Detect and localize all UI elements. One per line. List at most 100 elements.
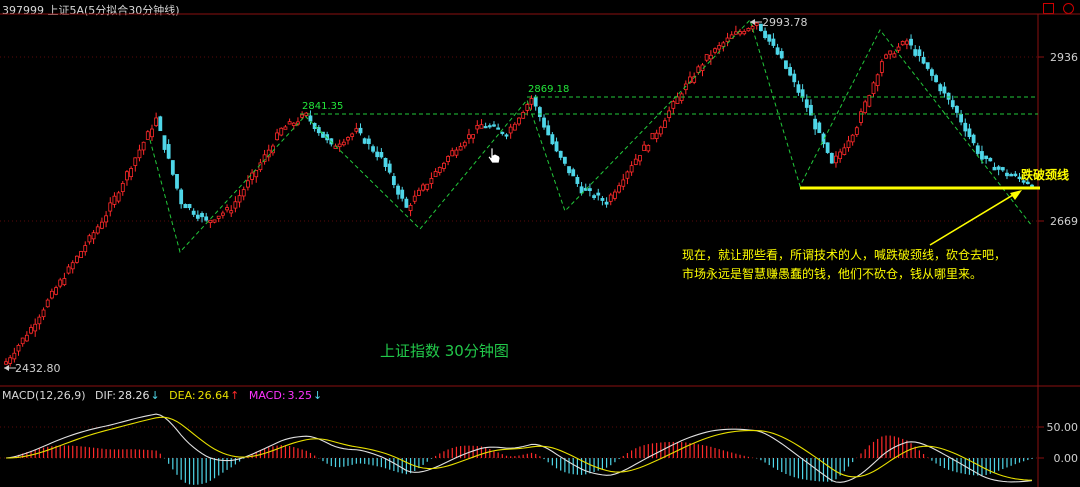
candle-body <box>742 31 747 35</box>
candle-body <box>496 127 501 130</box>
candle <box>629 161 634 176</box>
candle <box>646 144 651 153</box>
candle-body <box>779 51 784 59</box>
candle <box>20 337 25 347</box>
candle-body <box>804 99 809 108</box>
candle-body <box>909 38 913 46</box>
candle-body <box>579 186 584 194</box>
annotation-line-2: 市场永远是智慧赚愚蠢的钱，他们不砍仓，钱从哪里来。 <box>682 267 983 281</box>
candle-body <box>988 157 993 162</box>
candle-body <box>571 169 576 177</box>
candle <box>767 34 772 45</box>
candle-body <box>362 138 367 144</box>
macd-histogram <box>9 435 1033 485</box>
candle <box>62 272 67 287</box>
candle-body <box>754 22 759 26</box>
candle <box>208 219 213 228</box>
candle-body <box>45 299 50 308</box>
candle-body <box>75 255 79 263</box>
candle-body <box>1013 173 1018 176</box>
candle <box>904 38 909 50</box>
candle <box>800 84 805 102</box>
candle <box>229 205 234 217</box>
candle-body <box>558 150 563 158</box>
candle-body <box>996 166 1001 170</box>
candle-body <box>717 45 722 50</box>
candle <box>104 211 108 228</box>
candle <box>638 155 642 166</box>
candle <box>454 147 459 158</box>
candle <box>850 133 855 146</box>
candle-body <box>796 84 801 93</box>
candle <box>458 142 463 151</box>
candle-body <box>208 219 213 223</box>
candle <box>1005 169 1009 180</box>
candle <box>996 165 1001 176</box>
candle-body <box>708 54 713 60</box>
candle <box>129 166 134 181</box>
candle-body <box>654 132 659 139</box>
candle-body <box>980 151 984 160</box>
candle-body <box>942 86 947 94</box>
annotation-arrow <box>929 190 1022 246</box>
candle-body <box>537 107 542 118</box>
candle <box>742 29 747 36</box>
candle <box>562 156 567 166</box>
candle-body <box>663 120 667 128</box>
down-arrow-icon: ↓ <box>150 389 160 402</box>
candle-body <box>308 115 313 122</box>
candle-body <box>750 26 755 30</box>
candle <box>41 307 46 321</box>
candle-body <box>600 198 605 201</box>
candle <box>592 193 596 201</box>
candle-body <box>154 117 159 127</box>
candle-body <box>175 173 179 189</box>
zigzag-trend-lines <box>149 19 1033 254</box>
candle <box>496 123 501 130</box>
candle <box>542 114 546 130</box>
candle <box>738 28 742 37</box>
candle <box>938 82 943 95</box>
candle <box>154 112 159 128</box>
candle-body <box>100 221 104 229</box>
candle-body <box>879 61 884 73</box>
candle-body <box>850 134 855 143</box>
candle <box>896 43 901 53</box>
candle <box>658 125 663 137</box>
candle-body <box>596 192 601 196</box>
candle <box>846 135 851 152</box>
candle-body <box>391 176 396 186</box>
candle-body <box>200 213 204 218</box>
candle <box>617 182 621 194</box>
candle <box>779 48 784 60</box>
candle-body <box>825 142 830 153</box>
candle-body <box>87 235 92 243</box>
candle <box>679 91 684 104</box>
candle-body <box>671 101 676 109</box>
candle-body <box>66 266 71 274</box>
candle-body <box>938 84 943 92</box>
candle-body <box>24 334 29 342</box>
dea-value: 26.64 <box>197 389 230 402</box>
candle-body <box>229 210 234 214</box>
candle <box>875 73 880 92</box>
candle <box>984 155 989 164</box>
candle-body <box>454 149 459 156</box>
candle <box>54 285 58 296</box>
candle <box>633 153 638 166</box>
candle-body <box>433 171 438 178</box>
candle-body <box>350 133 355 137</box>
candle <box>675 92 680 104</box>
candle <box>45 298 50 308</box>
candle-body <box>283 126 288 130</box>
candle-body <box>875 74 880 86</box>
candle-body <box>504 134 509 137</box>
candle <box>108 197 113 217</box>
down-arrow-icon: ↓ <box>313 389 323 402</box>
candle-body <box>16 344 21 352</box>
candle-body <box>512 123 517 131</box>
candle <box>354 122 359 134</box>
candle <box>512 122 517 131</box>
candle-body <box>650 132 655 140</box>
hand-cursor-icon <box>487 147 501 164</box>
